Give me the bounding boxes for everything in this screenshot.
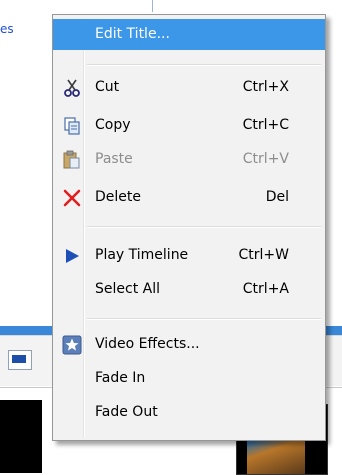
menu-item-label: Paste [95, 151, 133, 167]
menu-item-label: Select All [95, 281, 160, 297]
menu-item-shortcut: Ctrl+A [242, 281, 289, 297]
menu-item-label: Fade Out [95, 404, 158, 420]
menu-item-shortcut: Ctrl+V [242, 151, 289, 167]
menu-item-delete[interactable]: Delete Del [56, 182, 322, 214]
menu-item-label: Play Timeline [95, 247, 189, 263]
menu-item-video-effects[interactable]: Video Effects... [56, 329, 322, 361]
menu-item-shortcut: Ctrl+X [242, 79, 289, 95]
menu-item-label: Edit Title... [95, 26, 170, 42]
menu-item-play-timeline[interactable]: Play Timeline Ctrl+W [56, 240, 322, 272]
menu-item-shortcut: Ctrl+W [238, 247, 289, 263]
menu-item-shortcut: Del [265, 189, 289, 205]
menu-item-label: Fade In [95, 370, 146, 386]
menu-separator [87, 64, 321, 66]
menu-item-edit-title[interactable]: Edit Title... [53, 19, 325, 50]
menu-separator [87, 226, 321, 228]
menu-separator [87, 318, 321, 320]
play-icon [62, 246, 82, 266]
star-icon [62, 335, 82, 355]
paste-icon [62, 150, 82, 170]
menu-item-shortcut: Ctrl+C [242, 117, 289, 133]
menu-item-label: Video Effects... [95, 336, 200, 352]
menu-item-select-all[interactable]: Select All Ctrl+A [56, 274, 322, 306]
background-label-fragment: es [0, 22, 14, 36]
menu-item-label: Cut [95, 79, 120, 95]
menu-item-fade-out[interactable]: Fade Out [56, 397, 322, 429]
context-menu: Edit Title... Cut Ctrl+X Copy Ctrl+C Pas… [52, 14, 326, 441]
menu-item-fade-in[interactable]: Fade In [56, 363, 322, 395]
menu-item-copy[interactable]: Copy Ctrl+C [56, 110, 322, 142]
copy-icon [62, 116, 82, 136]
background-divider [152, 0, 153, 12]
menu-item-label: Copy [95, 117, 131, 133]
delete-x-icon [62, 188, 82, 208]
timeline-clip-black[interactable] [0, 400, 42, 473]
storyboard-view-icon[interactable] [8, 350, 32, 370]
menu-item-label: Delete [95, 189, 141, 205]
scissors-icon [62, 78, 82, 98]
menu-item-cut[interactable]: Cut Ctrl+X [56, 72, 322, 104]
menu-item-paste[interactable]: Paste Ctrl+V [56, 144, 322, 176]
